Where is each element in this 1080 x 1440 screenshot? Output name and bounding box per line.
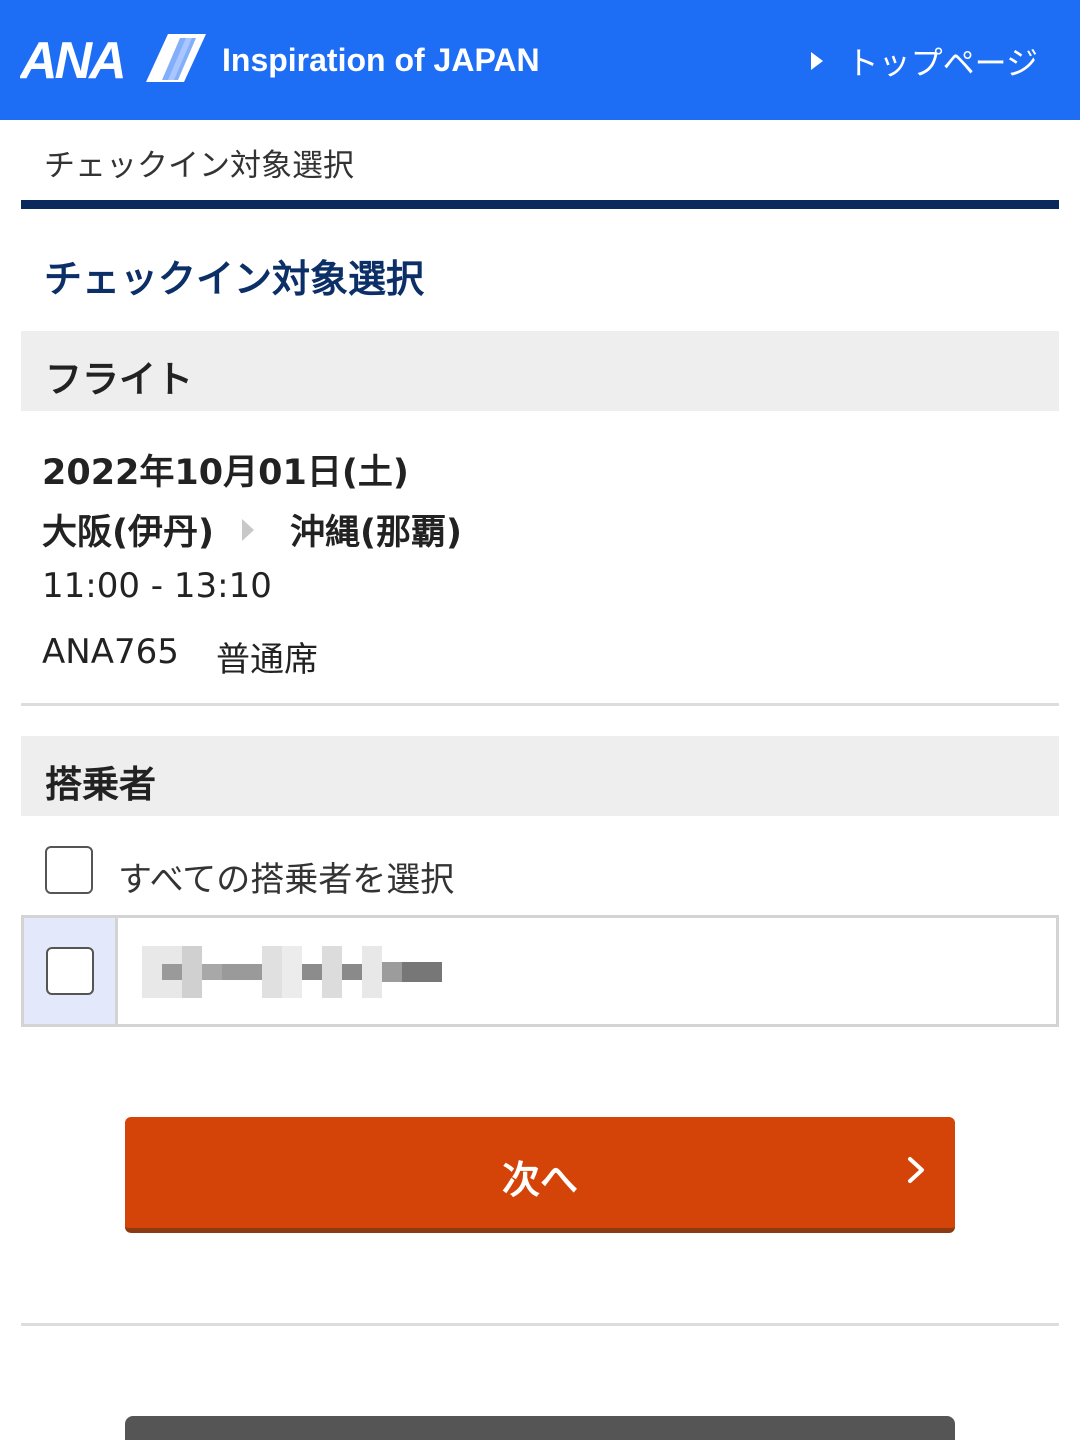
passenger-checkbox-cell[interactable] (24, 918, 118, 1024)
app-header: ANA Inspiration of JAPAN トップページ (0, 0, 1080, 120)
next-button[interactable]: 次へ (125, 1117, 955, 1233)
passenger-checkbox[interactable] (46, 947, 94, 995)
next-button-label: 次へ (501, 1158, 578, 1202)
flight-date: 2022年10月01日(土) (42, 453, 409, 493)
header-tagline: Inspiration of JAPAN (222, 42, 540, 78)
seat-class: 普通席 (216, 640, 318, 680)
select-all-label[interactable]: すべての搭乗者を選択 (118, 852, 454, 901)
flight-section-header: フライト (21, 331, 1059, 411)
breadcrumb: チェックイン対象選択 (44, 148, 354, 184)
breadcrumb-divider (21, 200, 1059, 209)
page-title: チェックイン対象選択 (44, 257, 425, 301)
flight-route: 大阪(伊丹) 沖縄(那覇) (42, 504, 462, 555)
ana-logo[interactable]: ANA (18, 32, 208, 90)
flight-section-divider (21, 703, 1059, 706)
flight-section-heading: フライト (45, 358, 193, 401)
passenger-section-heading: 搭乗者 (45, 763, 156, 806)
flight-number: ANA765 (42, 632, 179, 672)
flight-destination: 沖縄(那覇) (290, 513, 462, 553)
top-page-link[interactable]: トップページ (810, 38, 1038, 84)
passenger-section-header: 搭乗者 (21, 736, 1059, 816)
ana-logo-mark: ANA (18, 32, 206, 90)
select-all-checkbox[interactable] (45, 846, 93, 894)
route-arrow-icon (242, 518, 254, 541)
passenger-name-obscured (142, 946, 442, 998)
secondary-button[interactable] (125, 1416, 955, 1440)
triangle-right-icon (810, 52, 823, 70)
svg-text:ANA: ANA (20, 32, 124, 84)
flight-origin: 大阪(伊丹) (42, 513, 214, 553)
bottom-divider (21, 1323, 1059, 1326)
top-page-link-label: トップページ (846, 44, 1038, 82)
chevron-right-icon (908, 1157, 924, 1183)
flight-time: 11:00 - 13:10 (42, 566, 272, 606)
passenger-row[interactable] (21, 915, 1059, 1027)
